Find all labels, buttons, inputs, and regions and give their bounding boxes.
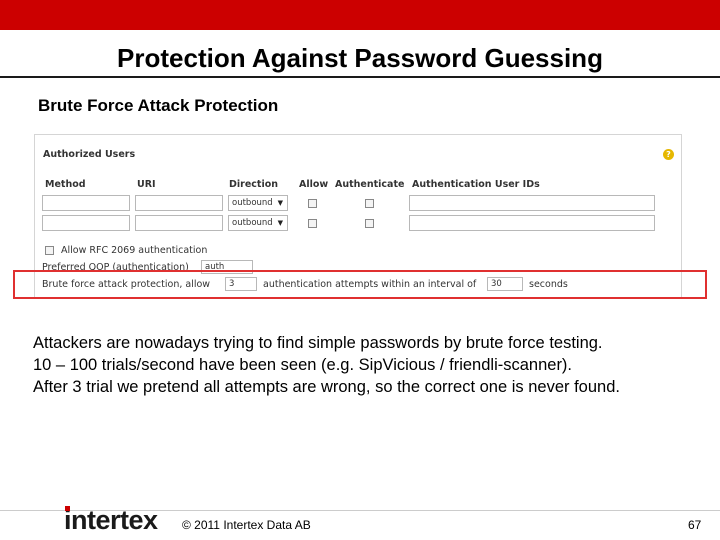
slide-subtitle: Brute Force Attack Protection	[38, 96, 279, 115]
rfc2069-checkbox[interactable]	[45, 246, 54, 255]
panel-title: Authorized Users	[43, 149, 136, 160]
slide-title: Protection Against Password Guessing	[117, 43, 603, 73]
column-header-allow: Allow	[299, 179, 329, 190]
top-accent-bar	[0, 0, 720, 30]
user-ids-input[interactable]	[409, 195, 655, 211]
direction-select[interactable]: outbound ▼	[228, 195, 288, 211]
authenticate-checkbox[interactable]	[365, 199, 374, 208]
user-ids-input[interactable]	[409, 215, 655, 231]
method-input[interactable]	[42, 215, 130, 231]
chevron-down-icon: ▼	[277, 199, 283, 207]
column-header-uri: URI	[137, 179, 156, 190]
chevron-down-icon: ▼	[277, 219, 283, 227]
title-divider	[0, 76, 720, 78]
column-header-direction: Direction	[229, 179, 278, 190]
rfc2069-label: Allow RFC 2069 authentication	[61, 245, 208, 256]
authenticate-checkbox[interactable]	[365, 219, 374, 228]
slide-body: Attackers are nowadays trying to find si…	[33, 332, 693, 398]
intertex-logo: intertex	[64, 505, 158, 536]
direction-select-value: outbound	[232, 198, 273, 208]
help-icon[interactable]: ?	[663, 149, 674, 160]
logo-dot	[65, 506, 70, 511]
direction-select[interactable]: outbound ▼	[228, 215, 288, 231]
allow-checkbox[interactable]	[308, 219, 317, 228]
direction-select-value: outbound	[232, 218, 273, 228]
body-line: After 3 trial we pretend all attempts ar…	[33, 378, 620, 396]
column-header-method: Method	[45, 179, 86, 190]
method-input[interactable]	[42, 195, 130, 211]
allow-checkbox[interactable]	[308, 199, 317, 208]
column-header-authenticate: Authenticate	[335, 179, 405, 190]
column-header-user-ids: Authentication User IDs	[412, 179, 540, 190]
copyright-text: © 2011 Intertex Data AB	[182, 518, 311, 532]
body-line: Attackers are nowadays trying to find si…	[33, 334, 603, 352]
uri-input[interactable]	[135, 215, 223, 231]
page-number: 67	[688, 518, 702, 532]
uri-input[interactable]	[135, 195, 223, 211]
brute-force-highlight-box	[13, 270, 707, 299]
body-line: 10 – 100 trials/second have been seen (e…	[33, 356, 573, 374]
logo-text: intertex	[64, 505, 158, 535]
